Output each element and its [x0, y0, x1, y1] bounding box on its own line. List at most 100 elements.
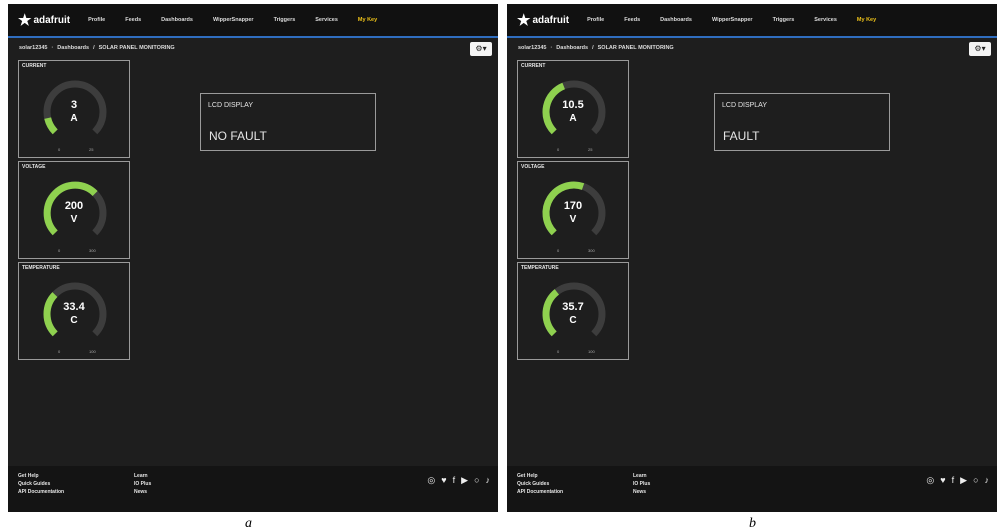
- gauge-unit: C: [70, 315, 78, 326]
- dashboard-settings-button[interactable]: ⚙▾: [969, 42, 991, 56]
- tiktok-icon[interactable]: ♪: [985, 475, 990, 486]
- footer: Get Help Quick Guides API Documentation …: [8, 466, 498, 512]
- github-icon[interactable]: ○: [973, 475, 978, 486]
- nav-my-key[interactable]: My Key: [358, 17, 377, 23]
- nav-dashboards[interactable]: Dashboards: [660, 17, 692, 23]
- twitter-icon[interactable]: ♥: [940, 475, 945, 486]
- breadcrumb-user[interactable]: solar12345: [19, 45, 47, 51]
- footer-link-get-help[interactable]: Get Help: [517, 473, 563, 479]
- gauge-max-label: 25: [89, 147, 94, 152]
- breadcrumb-dashboards[interactable]: Dashboards: [556, 45, 588, 51]
- lcd-value: FAULT: [723, 129, 760, 143]
- nav-feeds[interactable]: Feeds: [125, 17, 141, 23]
- dashboard-screenshot-a: ★ adafruit Profile Feeds Dashboards Wipp…: [8, 4, 498, 512]
- instagram-icon[interactable]: ◎: [427, 475, 435, 486]
- nav-wippersnapper[interactable]: WipperSnapper: [213, 17, 254, 23]
- footer-link-api-docs[interactable]: API Documentation: [517, 489, 563, 495]
- footer-link-news[interactable]: News: [134, 489, 151, 495]
- nav-my-key[interactable]: My Key: [857, 17, 876, 23]
- breadcrumb-dashboards[interactable]: Dashboards: [57, 45, 89, 51]
- gauge-current: CURRENT 3 A 0 25: [18, 60, 130, 158]
- footer-link-quick-guides[interactable]: Quick Guides: [517, 481, 563, 487]
- logo-text: adafruit: [33, 14, 71, 26]
- footer: Get Help Quick Guides API Documentation …: [507, 466, 997, 512]
- gauge-min-label: 0: [58, 349, 61, 354]
- facebook-icon[interactable]: f: [952, 475, 955, 486]
- gauge-voltage: VOLTAGE 200 V 0 300: [18, 161, 130, 259]
- tiktok-icon[interactable]: ♪: [486, 475, 491, 486]
- gauge-unit: V: [70, 214, 78, 225]
- nav-triggers[interactable]: Triggers: [274, 17, 296, 23]
- gauge-unit: V: [569, 214, 577, 225]
- nav-services[interactable]: Services: [315, 17, 338, 23]
- breadcrumb-bar: solar12345 · Dashboards / SOLAR PANEL MONITO…: [507, 41, 997, 61]
- footer-link-get-help[interactable]: Get Help: [18, 473, 64, 479]
- youtube-icon[interactable]: ▶: [461, 475, 468, 486]
- nav-dashboards[interactable]: Dashboards: [161, 17, 193, 23]
- github-icon[interactable]: ○: [474, 475, 479, 486]
- adafruit-logo[interactable]: ★ adafruit: [18, 11, 70, 29]
- gauge-temperature: TEMPERATURE 33.4 C 0 100: [18, 262, 130, 360]
- adafruit-logo[interactable]: ★ adafruit: [517, 11, 569, 29]
- nav-triggers[interactable]: Triggers: [773, 17, 795, 23]
- footer-link-io-plus[interactable]: IO Plus: [134, 481, 151, 487]
- twitter-icon[interactable]: ♥: [441, 475, 446, 486]
- gauge-value: 170: [563, 200, 583, 212]
- footer-link-api-docs[interactable]: API Documentation: [18, 489, 64, 495]
- footer-link-news[interactable]: News: [633, 489, 650, 495]
- nav-profile[interactable]: Profile: [587, 17, 604, 23]
- gear-icon: ⚙▾: [974, 44, 986, 53]
- gauge-unit: A: [569, 113, 577, 124]
- top-nav: ★ adafruit Profile Feeds Dashboards Wipp…: [507, 4, 997, 38]
- figure-caption-a: a: [245, 516, 252, 531]
- gauge-temperature: TEMPERATURE 35.7 C 0 100: [517, 262, 629, 360]
- gauge-value: 10.5: [562, 99, 584, 111]
- nav-wippersnapper[interactable]: WipperSnapper: [712, 17, 753, 23]
- gauge-value: 35.7: [562, 301, 584, 313]
- breadcrumb-user[interactable]: solar12345: [518, 45, 546, 51]
- star-icon: ★: [517, 12, 531, 29]
- gauge-max-label: 100: [588, 349, 595, 354]
- youtube-icon[interactable]: ▶: [960, 475, 967, 486]
- breadcrumb-bar: solar12345 · Dashboards / SOLAR PANEL MONITO…: [8, 41, 498, 61]
- dashboard-settings-button[interactable]: ⚙▾: [470, 42, 492, 56]
- logo-text: adafruit: [532, 14, 570, 26]
- lcd-value: NO FAULT: [209, 129, 267, 143]
- gauge-min-label: 0: [557, 349, 560, 354]
- breadcrumb: solar12345 · Dashboards / SOLAR PANEL MONITO…: [19, 45, 175, 51]
- nav-feeds[interactable]: Feeds: [624, 17, 640, 23]
- social-links: ◎ ♥ f ▶ ○ ♪: [926, 475, 989, 486]
- facebook-icon[interactable]: f: [453, 475, 456, 486]
- gauge-max-label: 25: [588, 147, 593, 152]
- gauge-value: 33.4: [63, 301, 85, 313]
- top-nav: ★ adafruit Profile Feeds Dashboards Wipp…: [8, 4, 498, 38]
- footer-link-learn[interactable]: Learn: [134, 473, 151, 479]
- figure-caption-b: b: [749, 516, 756, 531]
- star-icon: ★: [18, 12, 32, 29]
- gauge-unit: C: [569, 315, 577, 326]
- footer-link-learn[interactable]: Learn: [633, 473, 650, 479]
- gauge-unit: A: [70, 113, 78, 124]
- nav-profile[interactable]: Profile: [88, 17, 105, 23]
- gauge-value: 200: [64, 200, 84, 212]
- instagram-icon[interactable]: ◎: [926, 475, 934, 486]
- gear-icon: ⚙▾: [475, 44, 487, 53]
- breadcrumb: solar12345 · Dashboards / SOLAR PANEL MONITO…: [518, 45, 674, 51]
- dashboard-screenshot-b: ★ adafruit Profile Feeds Dashboards Wipp…: [507, 4, 997, 512]
- breadcrumb-current: SOLAR PANEL MONITORING: [597, 45, 674, 51]
- gauge-max-label: 100: [89, 349, 96, 354]
- nav-services[interactable]: Services: [814, 17, 837, 23]
- footer-link-io-plus[interactable]: IO Plus: [633, 481, 650, 487]
- gauge-max-label: 300: [588, 248, 595, 253]
- breadcrumb-current: SOLAR PANEL MONITORING: [98, 45, 175, 51]
- gauge-max-label: 300: [89, 248, 96, 253]
- gauge-current: CURRENT 10.5 A 0 25: [517, 60, 629, 158]
- social-links: ◎ ♥ f ▶ ○ ♪: [427, 475, 490, 486]
- lcd-display-block: LCD DISPLAY FAULT: [714, 93, 890, 151]
- lcd-display-block: LCD DISPLAY NO FAULT: [200, 93, 376, 151]
- gauge-min-label: 0: [557, 147, 560, 152]
- gauge-value: 3: [70, 99, 78, 111]
- gauge-min-label: 0: [58, 248, 61, 253]
- footer-link-quick-guides[interactable]: Quick Guides: [18, 481, 64, 487]
- lcd-title: LCD DISPLAY: [208, 102, 253, 109]
